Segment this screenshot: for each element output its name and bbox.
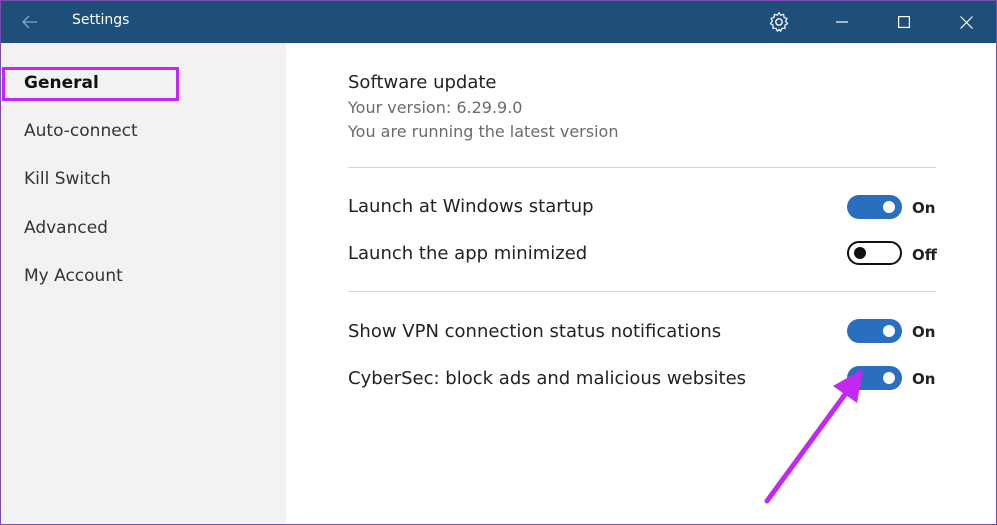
toggle-knob [883,325,895,337]
sidebar: General Auto-connect Kill Switch Advance… [1,43,286,524]
setting-label-vpn-notifications: Show VPN connection status notifications [348,321,722,342]
minimize-icon [836,21,848,23]
toggle-state-text: On [912,199,936,217]
divider [348,167,936,168]
toggle-state-text: On [912,323,936,341]
sidebar-item-auto-connect[interactable]: Auto-connect [1,113,286,151]
title-bar: Settings [1,1,996,43]
window-title: Settings [72,12,130,28]
sidebar-item-kill-switch[interactable]: Kill Switch [1,161,286,199]
toggle-state-text: On [912,370,936,388]
divider [348,291,936,292]
toggle-cybersec[interactable] [847,366,902,390]
back-button[interactable] [15,10,45,34]
sidebar-item-label: My Account [24,266,123,286]
sidebar-item-my-account[interactable]: My Account [1,258,286,296]
sidebar-item-label: General [24,73,99,93]
setting-label-cybersec: CyberSec: block ads and malicious websit… [348,368,747,389]
settings-gear-button[interactable] [756,1,802,43]
version-text: Your version: 6.29.9.0 [348,98,523,117]
back-arrow-icon [22,15,37,29]
toggle-knob [854,247,866,259]
sidebar-item-advanced[interactable]: Advanced [1,210,286,248]
gear-icon [769,11,789,32]
close-button[interactable] [943,1,989,43]
sidebar-item-label: Advanced [24,218,108,238]
toggle-launch-minimized[interactable] [847,241,902,265]
sidebar-item-label: Kill Switch [24,169,111,189]
settings-window: Settings General Auto-connect Kill Switc… [0,0,997,525]
main-panel: Software update Your version: 6.29.9.0 Y… [286,43,996,524]
toggle-state-text: Off [912,246,937,264]
setting-label-launch-minimized: Launch the app minimized [348,243,588,264]
sidebar-item-label: Auto-connect [24,121,138,141]
maximize-button[interactable] [881,1,927,43]
toggle-knob [883,372,895,384]
toggle-knob [883,201,895,213]
toggle-launch-startup[interactable] [847,195,902,219]
update-status-text: You are running the latest version [348,122,619,141]
minimize-button[interactable] [819,1,865,43]
close-icon [959,15,973,29]
toggle-vpn-notifications[interactable] [847,319,902,343]
maximize-icon [898,16,910,28]
software-update-title: Software update [348,72,497,93]
sidebar-item-general[interactable]: General [1,65,286,103]
setting-label-launch-startup: Launch at Windows startup [348,196,594,217]
